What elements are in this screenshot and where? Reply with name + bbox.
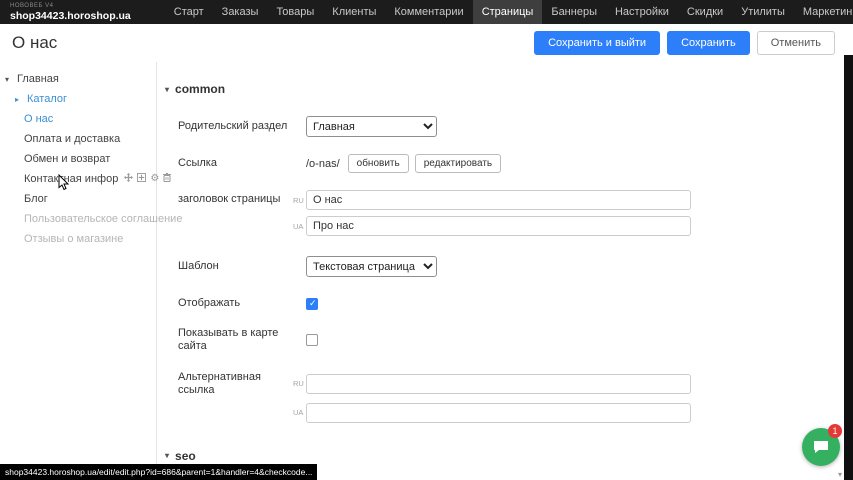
save-button[interactable]: Сохранить — [667, 31, 750, 55]
tree-item-label: Главная — [17, 73, 59, 85]
expand-caret-icon[interactable]: ▸ — [15, 95, 23, 104]
page-title: О нас — [12, 33, 57, 53]
menu-marketing[interactable]: Маркетинг — [794, 0, 853, 24]
chat-bubble-icon — [812, 438, 830, 456]
tree-item-catalog[interactable]: ▸ Каталог — [0, 89, 156, 109]
settings-gear-icon[interactable]: ⚙ — [150, 174, 159, 184]
page-header: О нас Сохранить и выйти Сохранить Отмени… — [0, 24, 853, 62]
add-page-icon[interactable] — [137, 173, 146, 185]
tree-item-store-reviews[interactable]: Отзывы о магазине — [0, 229, 156, 249]
sitemap-label: Показывать в карте сайта — [165, 327, 293, 353]
lang-ua-badge: UA — [293, 222, 306, 231]
page-title-label: заголовок страницы — [165, 193, 293, 206]
alt-link-ua-row: UA — [165, 403, 844, 423]
menu-products[interactable]: Товары — [267, 0, 323, 24]
alt-link-ua-input[interactable] — [306, 403, 691, 423]
page-title-ru-input[interactable] — [306, 190, 691, 210]
menu-clients[interactable]: Клиенты — [323, 0, 385, 24]
delete-trash-icon[interactable] — [163, 173, 171, 185]
link-label: Ссылка — [165, 157, 293, 170]
menu-settings[interactable]: Настройки — [606, 0, 678, 24]
alt-link-ru-input[interactable] — [306, 374, 691, 394]
menu-pages[interactable]: Страницы — [473, 0, 543, 24]
tree-item-home[interactable]: ▾ Главная — [0, 69, 156, 89]
tree-item-label: Оплата и доставка — [24, 133, 120, 145]
sitemap-checkbox[interactable] — [306, 334, 318, 346]
section-common-label: common — [175, 82, 225, 96]
cancel-button[interactable]: Отменить — [757, 31, 835, 55]
status-url-bar: shop34423.horoshop.ua/edit/edit.php?id=6… — [0, 464, 317, 480]
scroll-down-arrow-icon[interactable]: ▾ — [838, 470, 842, 479]
tree-item-label: Обмен и возврат — [24, 153, 110, 165]
template-label: Шаблон — [165, 260, 293, 273]
tree-item-exchange-return[interactable]: Обмен и возврат — [0, 149, 156, 169]
display-label: Отображать — [165, 297, 293, 310]
parent-section-label: Родительский раздел — [165, 120, 293, 133]
collapse-caret-icon[interactable]: ▾ — [5, 75, 13, 84]
lang-ua-badge: UA — [293, 408, 306, 417]
display-row: Отображать — [165, 297, 844, 310]
brand-version: НОВОВЕБ V4 — [10, 3, 131, 9]
display-checkbox[interactable] — [306, 298, 318, 310]
main-menu: Старт Заказы Товары Клиенты Комментарии … — [165, 0, 853, 24]
tree-item-label: Контактная инфор — [24, 173, 118, 185]
page-title-ua-input[interactable] — [306, 216, 691, 236]
tree-item-contact-info[interactable]: Контактная инфор ⚙ — [0, 169, 156, 189]
tree-item-actions: ⚙ — [124, 173, 171, 185]
tree-item-label: О нас — [24, 113, 53, 125]
section-seo-label: seo — [175, 449, 196, 463]
menu-comments[interactable]: Комментарии — [385, 0, 472, 24]
menu-start[interactable]: Старт — [165, 0, 213, 24]
tree-item-user-agreement[interactable]: Пользовательское соглашение — [0, 209, 156, 229]
template-select[interactable]: Текстовая страница — [306, 256, 437, 277]
tree-item-label: Отзывы о магазине — [24, 233, 123, 245]
brand-domain: shop34423.horoshop.ua — [10, 11, 131, 22]
menu-orders[interactable]: Заказы — [213, 0, 268, 24]
tree-item-payment-delivery[interactable]: Оплата и доставка — [0, 129, 156, 149]
page-title-ru-row: заголовок страницы RU — [165, 190, 844, 210]
template-row: Шаблон Текстовая страница — [165, 256, 844, 277]
alt-link-ru-row: Альтернативная ссылка RU — [165, 371, 844, 397]
tree-item-label: Пользовательское соглашение — [24, 213, 182, 225]
link-refresh-button[interactable]: обновить — [348, 154, 409, 173]
menu-utilities[interactable]: Утилиты — [732, 0, 794, 24]
chat-widget-button[interactable]: 1 — [802, 428, 840, 466]
menu-banners[interactable]: Баннеры — [542, 0, 606, 24]
page-title-ua-row: UA — [165, 216, 844, 236]
topbar: НОВОВЕБ V4 shop34423.horoshop.ua Старт З… — [0, 0, 853, 24]
move-icon[interactable] — [124, 173, 133, 185]
link-value: /o-nas/ — [306, 158, 340, 170]
section-common[interactable]: ▾ common — [165, 82, 844, 96]
link-edit-button[interactable]: редактировать — [415, 154, 501, 173]
brand[interactable]: НОВОВЕБ V4 shop34423.horoshop.ua — [0, 0, 141, 24]
section-seo[interactable]: ▾ seo — [165, 449, 844, 463]
link-row: Ссылка /o-nas/ обновить редактировать — [165, 154, 844, 173]
menu-discounts[interactable]: Скидки — [678, 0, 732, 24]
tree-item-label: Каталог — [27, 93, 67, 105]
lang-ru-badge: RU — [293, 196, 306, 205]
tree-item-label: Блог — [24, 193, 48, 205]
tree-item-about-selected[interactable]: О нас — [0, 109, 156, 129]
section-collapse-icon: ▾ — [165, 85, 169, 94]
chat-unread-badge: 1 — [828, 424, 842, 438]
parent-section-row: Родительский раздел Главная — [165, 116, 844, 137]
parent-section-select[interactable]: Главная — [306, 116, 437, 137]
section-collapse-icon: ▾ — [165, 451, 169, 460]
save-and-exit-button[interactable]: Сохранить и выйти — [534, 31, 660, 55]
vertical-scrollbar[interactable] — [844, 55, 853, 480]
lang-ru-badge: RU — [293, 379, 306, 388]
sitemap-row: Показывать в карте сайта — [165, 327, 844, 353]
tree-item-blog[interactable]: Блог — [0, 189, 156, 209]
page-edit-form: ▾ common Родительский раздел Главная Ссы… — [158, 62, 844, 480]
header-buttons: Сохранить и выйти Сохранить Отменить — [534, 31, 841, 55]
pages-tree-sidebar: ▾ Главная ▸ Каталог О нас Оплата и доста… — [0, 62, 157, 480]
alt-link-label: Альтернативная ссылка — [165, 371, 293, 397]
